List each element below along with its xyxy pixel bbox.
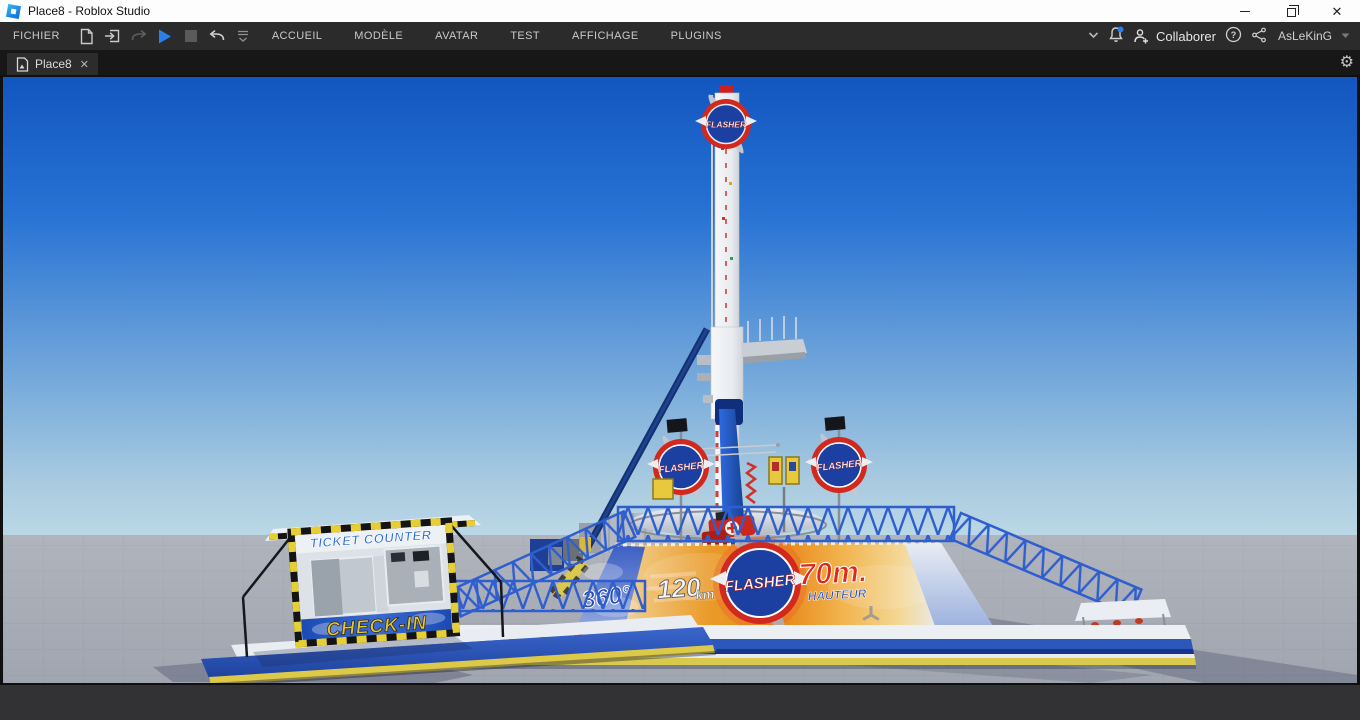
tab-label: Place8 xyxy=(35,57,72,71)
help-icon[interactable]: ? xyxy=(1225,26,1242,46)
collaborate-label: Collaborer xyxy=(1155,28,1216,44)
3d-scene[interactable]: FLASHER FLASHER FLASHER 120 km FLASHER 7… xyxy=(3,77,1357,683)
toolbar-options-icon[interactable] xyxy=(230,24,256,48)
roblox-studio-logo-icon xyxy=(5,3,22,19)
chevron-down-icon[interactable] xyxy=(1088,30,1099,42)
roblox-studio-window: Place8 - Roblox Studio ✕ FICHIER ACCUEIL… xyxy=(0,0,1360,720)
3d-viewport[interactable]: FLASHER FLASHER FLASHER 120 km FLASHER 7… xyxy=(0,75,1360,685)
tab-close-icon[interactable]: ✕ xyxy=(78,58,89,71)
play-icon[interactable] xyxy=(152,24,178,48)
collaborate-button[interactable]: Collaborer xyxy=(1133,28,1216,44)
close-icon: ✕ xyxy=(1331,3,1343,19)
undo-icon[interactable] xyxy=(204,24,230,48)
tab-avatar[interactable]: AVATAR xyxy=(419,30,494,42)
add-collaborator-icon xyxy=(1134,29,1148,44)
tab-plugins[interactable]: PLUGINS xyxy=(655,30,738,42)
svg-text:FLASHER: FLASHER xyxy=(706,120,747,130)
sign-speed-unit: km xyxy=(695,586,715,602)
tab-place8[interactable]: Place8 ✕ xyxy=(7,53,98,75)
new-file-icon[interactable] xyxy=(74,24,100,48)
open-place-icon[interactable] xyxy=(100,24,126,48)
document-tabbar: Place8 ✕ ⚙ xyxy=(0,50,1360,75)
tab-accueil[interactable]: ACCUEIL xyxy=(256,30,338,42)
minimize-button[interactable] xyxy=(1222,0,1268,22)
menubar: FICHIER ACCUEIL MODÈLE AVATAR TEST AFFIC… xyxy=(0,22,1360,50)
close-button[interactable]: ✕ xyxy=(1314,0,1360,22)
username[interactable]: AsLeKinG xyxy=(1278,29,1332,43)
svg-text:?: ? xyxy=(1231,30,1237,40)
studio-settings-gear-icon[interactable]: ⚙ xyxy=(1340,54,1354,71)
stop-icon[interactable] xyxy=(178,24,204,48)
tab-modele[interactable]: MODÈLE xyxy=(338,30,419,42)
redo-icon[interactable] xyxy=(126,24,152,48)
titlebar: Place8 - Roblox Studio ✕ xyxy=(0,0,1360,22)
restore-icon xyxy=(1286,4,1299,17)
place-file-icon xyxy=(16,56,29,72)
restore-button[interactable] xyxy=(1268,0,1314,22)
tab-affichage[interactable]: AFFICHAGE xyxy=(556,30,655,42)
window-title: Place8 - Roblox Studio xyxy=(28,4,151,18)
tab-test[interactable]: TEST xyxy=(494,30,556,42)
bottom-panel xyxy=(0,685,1360,720)
notifications-bell-icon[interactable] xyxy=(1108,26,1124,46)
share-icon[interactable] xyxy=(1251,27,1267,46)
menu-fichier[interactable]: FICHIER xyxy=(0,30,74,42)
user-dropdown-icon[interactable] xyxy=(1341,30,1350,42)
minimize-icon xyxy=(1240,10,1250,12)
window-controls: ✕ xyxy=(1222,0,1360,22)
